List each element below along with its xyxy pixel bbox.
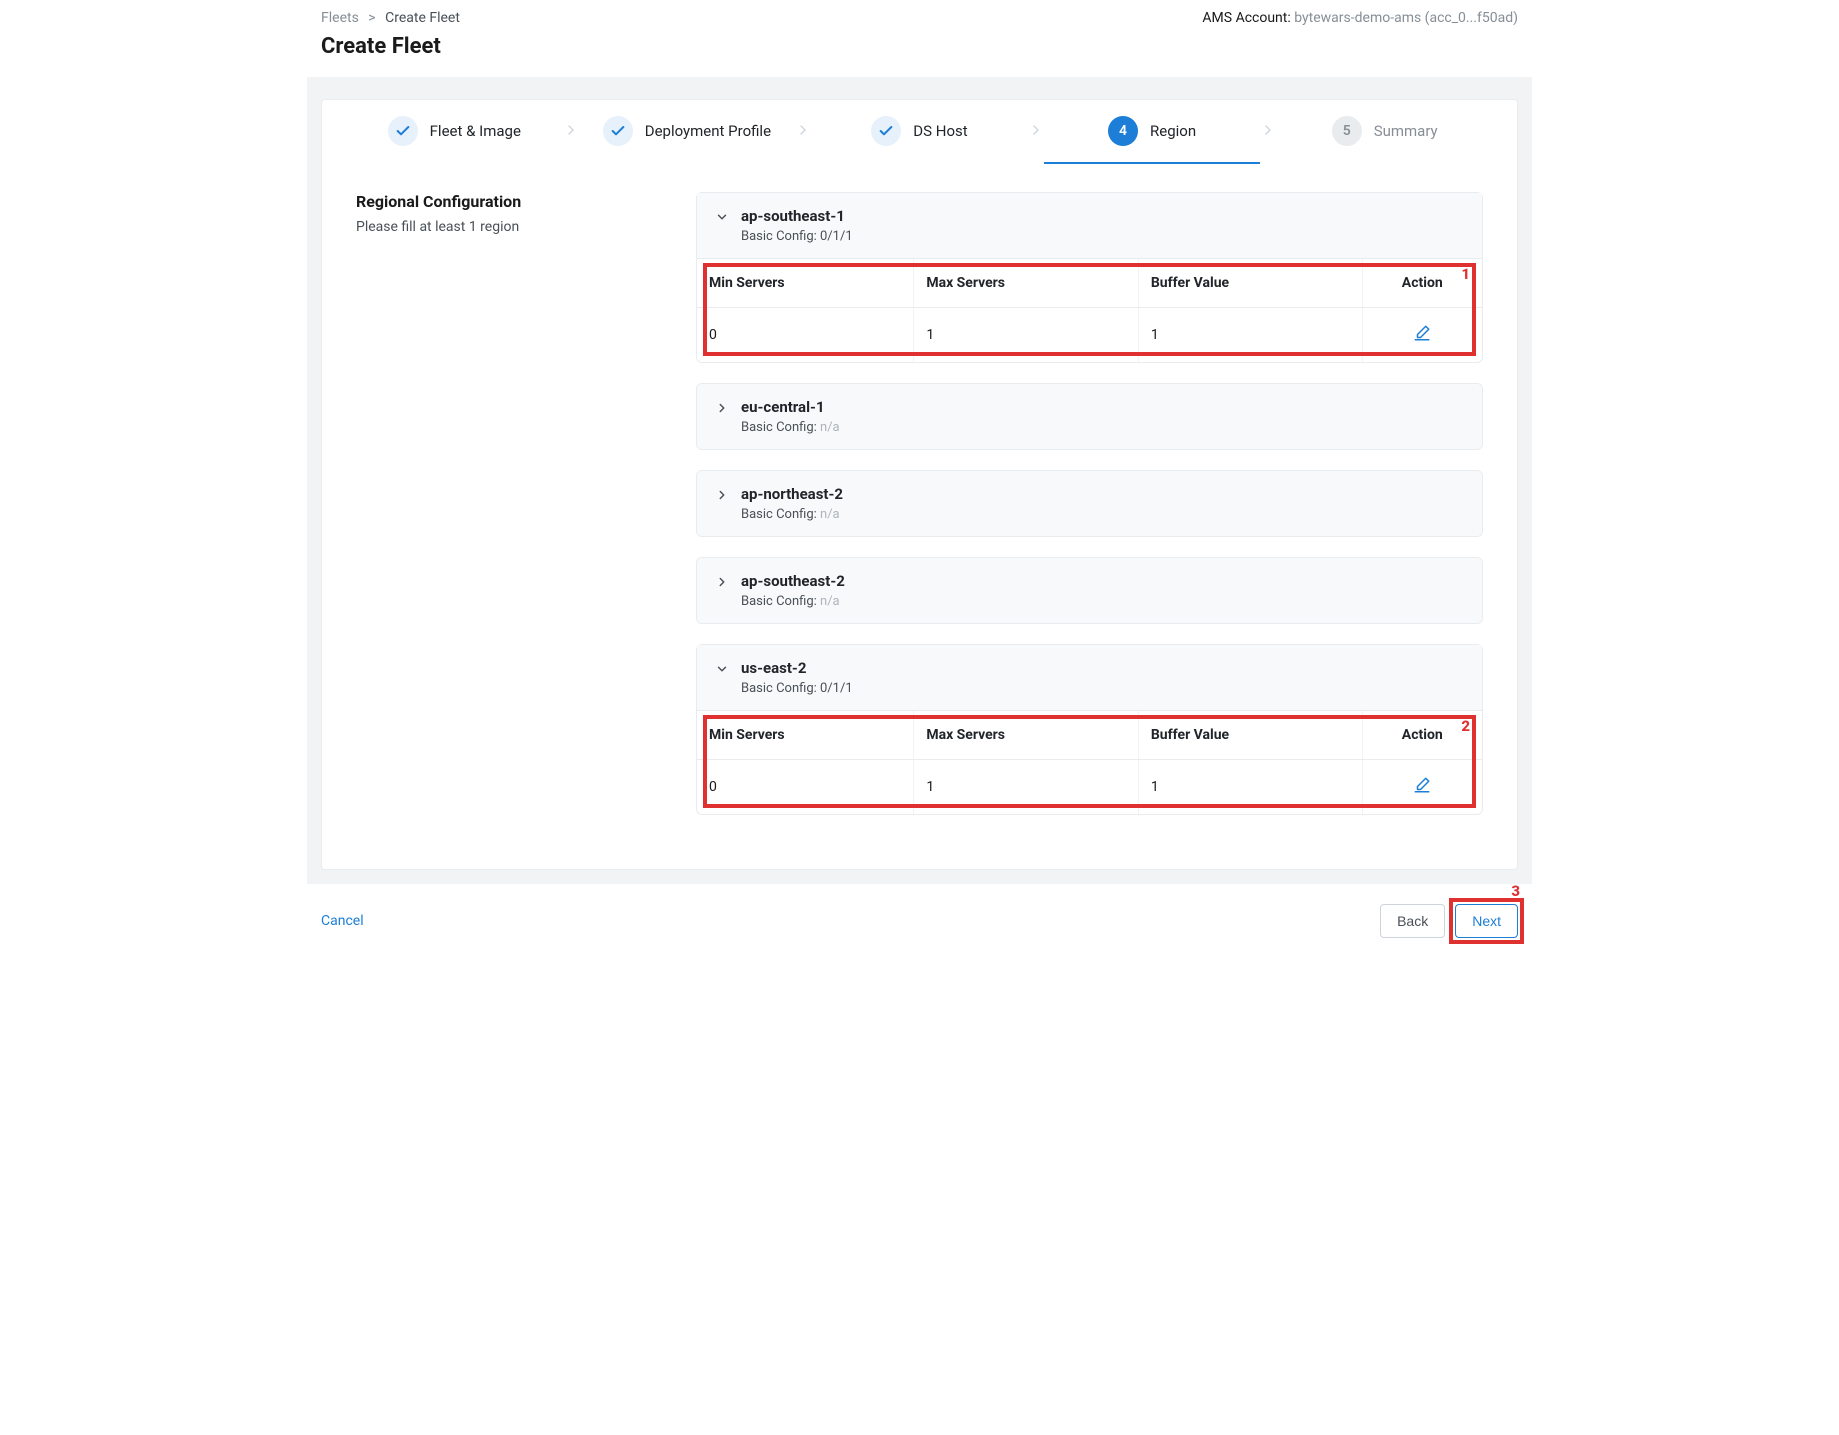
region-panel-ap-northeast-2: ap-northeast-2 Basic Config: n/a — [696, 470, 1483, 537]
region-header[interactable]: eu-central-1 Basic Config: n/a — [697, 384, 1482, 449]
step-label: Region — [1150, 122, 1196, 140]
edit-icon[interactable] — [1413, 324, 1431, 342]
region-header[interactable]: ap-southeast-2 Basic Config: n/a — [697, 558, 1482, 623]
next-button[interactable]: Next — [1455, 904, 1518, 938]
table-row: 011 — [697, 308, 1482, 363]
col-header-min: Min Servers — [697, 259, 914, 308]
section-subtitle: Please fill at least 1 region — [356, 219, 656, 235]
chevron-right-icon — [1028, 122, 1044, 158]
breadcrumb-separator: > — [368, 10, 375, 26]
step-summary: 5 Summary — [1276, 116, 1493, 164]
cell-buffer: 1 — [1138, 760, 1362, 815]
region-basic-config: Basic Config: 0/1/1 — [741, 681, 853, 696]
chevron-right-icon — [715, 575, 729, 593]
step-label: Fleet & Image — [430, 122, 521, 140]
region-basic-config: Basic Config: n/a — [741, 420, 840, 435]
chevron-down-icon — [715, 662, 729, 680]
breadcrumb: Fleets > Create Fleet — [321, 10, 460, 26]
region-name: ap-southeast-1 — [741, 207, 853, 225]
highlight-number-3: 3 — [1511, 882, 1520, 900]
region-name: ap-northeast-2 — [741, 485, 843, 503]
ams-value: bytewars-demo-ams (acc_0...f50ad) — [1294, 10, 1518, 26]
region-panel-ap-southeast-2: ap-southeast-2 Basic Config: n/a — [696, 557, 1483, 624]
check-icon — [388, 116, 418, 146]
highlight-number-1: 1 — [1461, 265, 1470, 283]
region-table: Min ServersMax ServersBuffer ValueAction… — [697, 258, 1482, 362]
cell-max: 1 — [914, 308, 1139, 363]
region-basic-config: Basic Config: n/a — [741, 507, 843, 522]
cell-action — [1362, 308, 1482, 363]
breadcrumb-root[interactable]: Fleets — [321, 10, 359, 26]
cell-action — [1362, 760, 1482, 815]
cell-min: 0 — [697, 760, 914, 815]
section-title: Regional Configuration — [356, 192, 656, 211]
step-fleet-image[interactable]: Fleet & Image — [346, 116, 563, 164]
region-name: us-east-2 — [741, 659, 853, 677]
region-basic-config: Basic Config: 0/1/1 — [741, 229, 853, 244]
region-table: Min ServersMax ServersBuffer ValueAction… — [697, 710, 1482, 814]
chevron-right-icon — [715, 488, 729, 506]
regions-container: ap-southeast-1 Basic Config: 0/1/1 Min Ser… — [696, 192, 1483, 835]
col-header-max: Max Servers — [914, 711, 1139, 760]
chevron-right-icon — [715, 401, 729, 419]
back-button[interactable]: Back — [1380, 904, 1445, 938]
cancel-link[interactable]: Cancel — [321, 913, 364, 929]
page-title: Create Fleet — [307, 26, 1532, 77]
col-header-max: Max Servers — [914, 259, 1139, 308]
region-name: eu-central-1 — [741, 398, 840, 416]
region-header[interactable]: ap-southeast-1 Basic Config: 0/1/1 — [697, 193, 1482, 258]
check-icon — [871, 116, 901, 146]
table-row: 011 — [697, 760, 1482, 815]
ams-label: AMS Account: — [1202, 10, 1290, 26]
highlight-number-2: 2 — [1461, 717, 1470, 735]
cell-buffer: 1 — [1138, 308, 1362, 363]
breadcrumb-current: Create Fleet — [385, 10, 460, 26]
step-label: DS Host — [913, 122, 967, 140]
ams-account: AMS Account: bytewars-demo-ams (acc_0...… — [1202, 10, 1518, 26]
col-header-min: Min Servers — [697, 711, 914, 760]
chevron-right-icon — [1260, 122, 1276, 158]
chevron-down-icon — [715, 210, 729, 228]
step-number: 4 — [1108, 116, 1138, 146]
step-region[interactable]: 4 Region — [1044, 116, 1261, 164]
topbar: Fleets > Create Fleet AMS Account: bytew… — [307, 0, 1532, 26]
region-basic-config: Basic Config: n/a — [741, 594, 845, 609]
region-panel-eu-central-1: eu-central-1 Basic Config: n/a — [696, 383, 1483, 450]
check-icon — [603, 116, 633, 146]
col-header-buffer: Buffer Value — [1138, 711, 1362, 760]
edit-icon[interactable] — [1413, 776, 1431, 794]
chevron-right-icon — [795, 122, 811, 158]
stepper: Fleet & Image Deployment Profile DS Host 4R… — [322, 100, 1517, 164]
cell-min: 0 — [697, 308, 914, 363]
region-name: ap-southeast-2 — [741, 572, 845, 590]
step-label: Deployment Profile — [645, 122, 771, 140]
step-label: Summary — [1374, 122, 1438, 140]
region-panel-ap-southeast-1: ap-southeast-1 Basic Config: 0/1/1 Min Ser… — [696, 192, 1483, 363]
chevron-right-icon — [563, 122, 579, 158]
step-number: 5 — [1332, 116, 1362, 146]
step-ds-host[interactable]: DS Host — [811, 116, 1028, 164]
cell-max: 1 — [914, 760, 1139, 815]
region-header[interactable]: us-east-2 Basic Config: 0/1/1 — [697, 645, 1482, 710]
region-header[interactable]: ap-northeast-2 Basic Config: n/a — [697, 471, 1482, 536]
region-panel-us-east-2: us-east-2 Basic Config: 0/1/1 Min ServersM… — [696, 644, 1483, 815]
step-deployment-profile[interactable]: Deployment Profile — [579, 116, 796, 164]
footer: Cancel Back Next 3 — [307, 884, 1532, 958]
col-header-buffer: Buffer Value — [1138, 259, 1362, 308]
